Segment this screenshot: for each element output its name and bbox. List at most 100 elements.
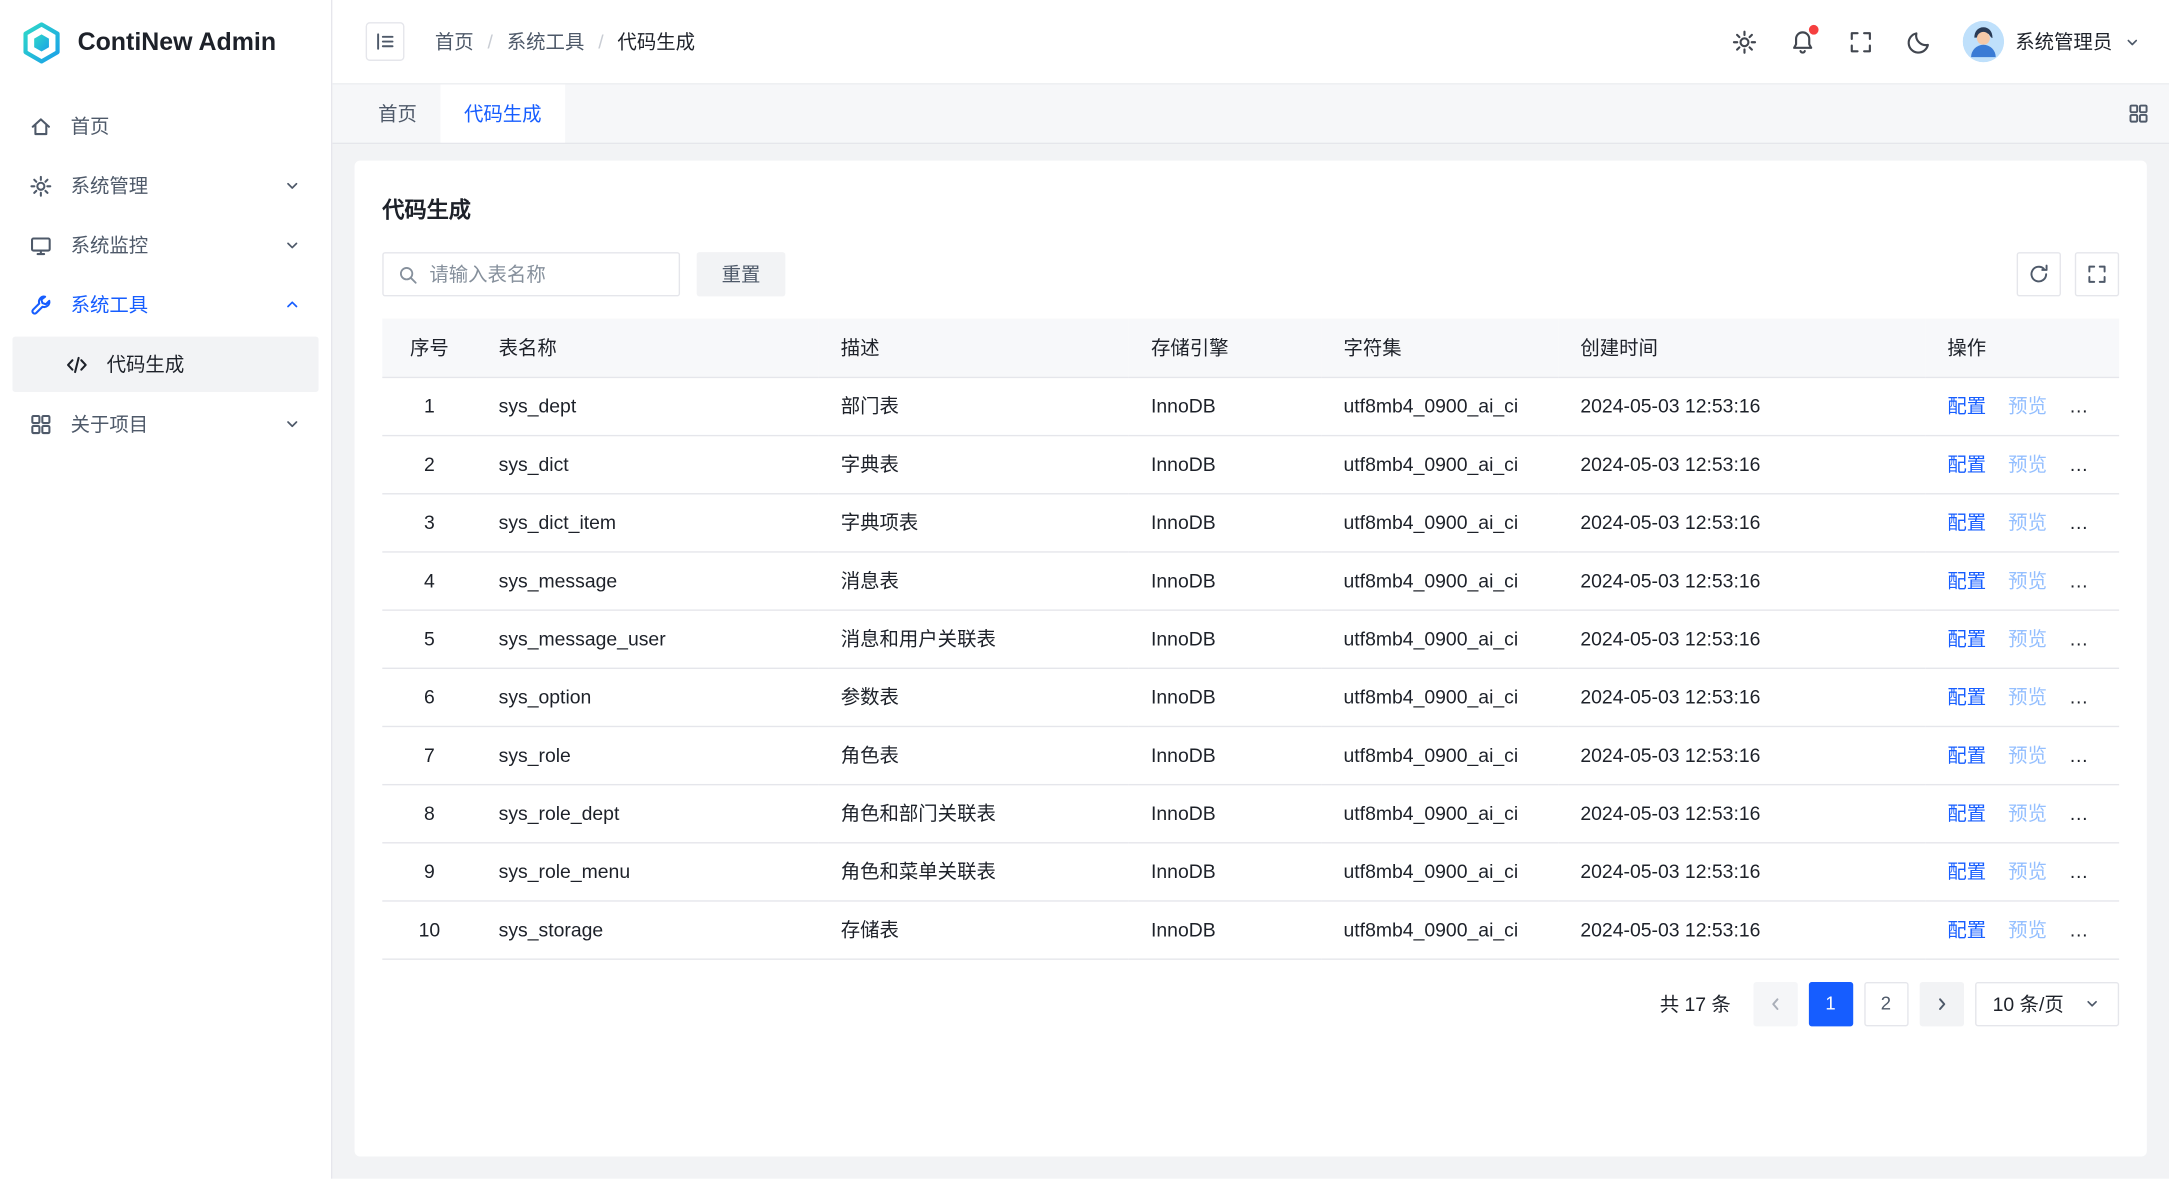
generate-link[interactable]: 生成 (2069, 453, 2108, 475)
table-header: 序号 表名称 描述 存储引擎 字符集 创建时间 操作 (382, 319, 2119, 377)
home-icon (29, 114, 53, 138)
configure-link[interactable]: 配置 (1947, 511, 1986, 533)
generate-link[interactable]: 生成 (2069, 918, 2108, 940)
tab-home[interactable]: 首页 (355, 84, 441, 142)
dark-mode-moon-icon[interactable] (1904, 28, 1932, 56)
description-cell: 参数表 (819, 668, 1129, 726)
sidebar-nav: 首页 系统管理 系统监控 (0, 84, 331, 465)
sidebar-collapse-button[interactable] (366, 22, 405, 61)
description-cell: 存储表 (819, 900, 1129, 958)
page-size-select[interactable]: 10 条/页 (1975, 981, 2120, 1025)
preview-link[interactable]: 预览 (2008, 627, 2047, 649)
search-input[interactable] (429, 263, 664, 285)
tab-options-button[interactable] (2108, 84, 2169, 142)
storage-engine-cell: InnoDB (1129, 842, 1322, 900)
breadcrumb-separator: / (598, 30, 603, 52)
table-name-cell: sys_role_menu (476, 842, 818, 900)
sidebar-item-home[interactable]: 首页 (12, 98, 318, 153)
app-logo[interactable]: ContiNew Admin (0, 0, 331, 84)
table-name-cell: sys_role (476, 726, 818, 784)
row-index-cell: 7 (382, 726, 476, 784)
table-row: 1 sys_dept 部门表 InnoDB utf8mb4_0900_ai_ci… (382, 377, 2119, 435)
breadcrumb-home[interactable]: 首页 (435, 28, 474, 56)
monitor-icon (29, 233, 53, 257)
preview-link[interactable]: 预览 (2008, 453, 2047, 475)
generate-link[interactable]: 生成 (2069, 511, 2108, 533)
charset-cell: utf8mb4_0900_ai_ci (1321, 668, 1558, 726)
description-cell: 角色和菜单关联表 (819, 842, 1129, 900)
generate-link[interactable]: 生成 (2069, 802, 2108, 824)
settings-icon[interactable] (1730, 28, 1758, 56)
description-cell: 字典表 (819, 435, 1129, 493)
preview-link[interactable]: 预览 (2008, 744, 2047, 766)
storage-engine-cell: InnoDB (1129, 609, 1322, 667)
preview-link[interactable]: 预览 (2008, 686, 2047, 708)
configure-link[interactable]: 配置 (1947, 918, 1986, 940)
sidebar-item-label: 系统工具 (71, 291, 265, 319)
pagination-page-2[interactable]: 2 (1864, 981, 1908, 1025)
refresh-button[interactable] (2017, 252, 2061, 296)
generate-link[interactable]: 生成 (2069, 627, 2108, 649)
tab-label: 首页 (378, 100, 417, 128)
sidebar-item-code-generation[interactable]: 代码生成 (12, 337, 318, 392)
configure-link[interactable]: 配置 (1947, 627, 1986, 649)
configure-link[interactable]: 配置 (1947, 802, 1986, 824)
sidebar-item-about-project[interactable]: 关于项目 (12, 396, 318, 451)
description-cell: 消息和用户关联表 (819, 609, 1129, 667)
sidebar-item-system-monitor[interactable]: 系统监控 (12, 217, 318, 272)
sidebar-item-system-management[interactable]: 系统管理 (12, 158, 318, 213)
preview-link[interactable]: 预览 (2008, 860, 2047, 882)
breadcrumb-system-tools[interactable]: 系统工具 (507, 28, 585, 56)
preview-link[interactable]: 预览 (2008, 395, 2047, 417)
configure-link[interactable]: 配置 (1947, 569, 1986, 591)
pagination-prev-button[interactable] (1753, 981, 1797, 1025)
column-header-index: 序号 (382, 319, 476, 377)
actions-cell: 配置 预览 生成 (1925, 377, 2119, 435)
create-time-cell: 2024-05-03 12:53:16 (1558, 842, 1925, 900)
reset-button[interactable]: 重置 (697, 252, 786, 296)
generate-link[interactable]: 生成 (2069, 569, 2108, 591)
table-fullscreen-button[interactable] (2075, 252, 2119, 296)
table-name-cell: sys_role_dept (476, 784, 818, 842)
preview-link[interactable]: 预览 (2008, 511, 2047, 533)
notifications-bell-icon[interactable] (1788, 28, 1816, 56)
configure-link[interactable]: 配置 (1947, 744, 1986, 766)
gear-icon (29, 174, 53, 198)
preview-link[interactable]: 预览 (2008, 802, 2047, 824)
generate-link[interactable]: 生成 (2069, 860, 2108, 882)
row-index-cell: 5 (382, 609, 476, 667)
chevron-down-icon (2123, 33, 2141, 51)
tables-list: 序号 表名称 描述 存储引擎 字符集 创建时间 操作 1 sys_dept 部门… (382, 319, 2119, 960)
create-time-cell: 2024-05-03 12:53:16 (1558, 551, 1925, 609)
table-body: 1 sys_dept 部门表 InnoDB utf8mb4_0900_ai_ci… (382, 377, 2119, 959)
chevron-down-icon (283, 235, 302, 254)
tab-bar: 首页 代码生成 (332, 84, 2169, 144)
configure-link[interactable]: 配置 (1947, 860, 1986, 882)
table-name-cell: sys_option (476, 668, 818, 726)
generate-link[interactable]: 生成 (2069, 744, 2108, 766)
preview-link[interactable]: 预览 (2008, 918, 2047, 940)
configure-link[interactable]: 配置 (1947, 395, 1986, 417)
storage-engine-cell: InnoDB (1129, 493, 1322, 551)
table-row: 5 sys_message_user 消息和用户关联表 InnoDB utf8m… (382, 609, 2119, 667)
notification-dot (1809, 25, 1819, 35)
logo-icon (19, 20, 63, 64)
sidebar-item-system-tools[interactable]: 系统工具 (12, 277, 318, 332)
chevron-up-icon (283, 295, 302, 314)
preview-link[interactable]: 预览 (2008, 569, 2047, 591)
charset-cell: utf8mb4_0900_ai_ci (1321, 493, 1558, 551)
main-area: 首页 / 系统工具 / 代码生成 (332, 0, 2169, 1179)
actions-cell: 配置 预览 生成 (1925, 493, 2119, 551)
page-size-value: 10 条/页 (1993, 990, 2064, 1018)
pagination-page-1[interactable]: 1 (1808, 981, 1852, 1025)
fullscreen-icon[interactable] (1846, 28, 1874, 56)
configure-link[interactable]: 配置 (1947, 686, 1986, 708)
generate-link[interactable]: 生成 (2069, 395, 2108, 417)
generate-link[interactable]: 生成 (2069, 686, 2108, 708)
column-header-table-name: 表名称 (476, 319, 818, 377)
tab-code-generation[interactable]: 代码生成 (440, 84, 565, 142)
pagination-next-button[interactable] (1919, 981, 1963, 1025)
configure-link[interactable]: 配置 (1947, 453, 1986, 475)
user-menu[interactable]: 系统管理员 (1963, 21, 2142, 63)
sidebar: ContiNew Admin 首页 系统管理 (0, 0, 332, 1179)
